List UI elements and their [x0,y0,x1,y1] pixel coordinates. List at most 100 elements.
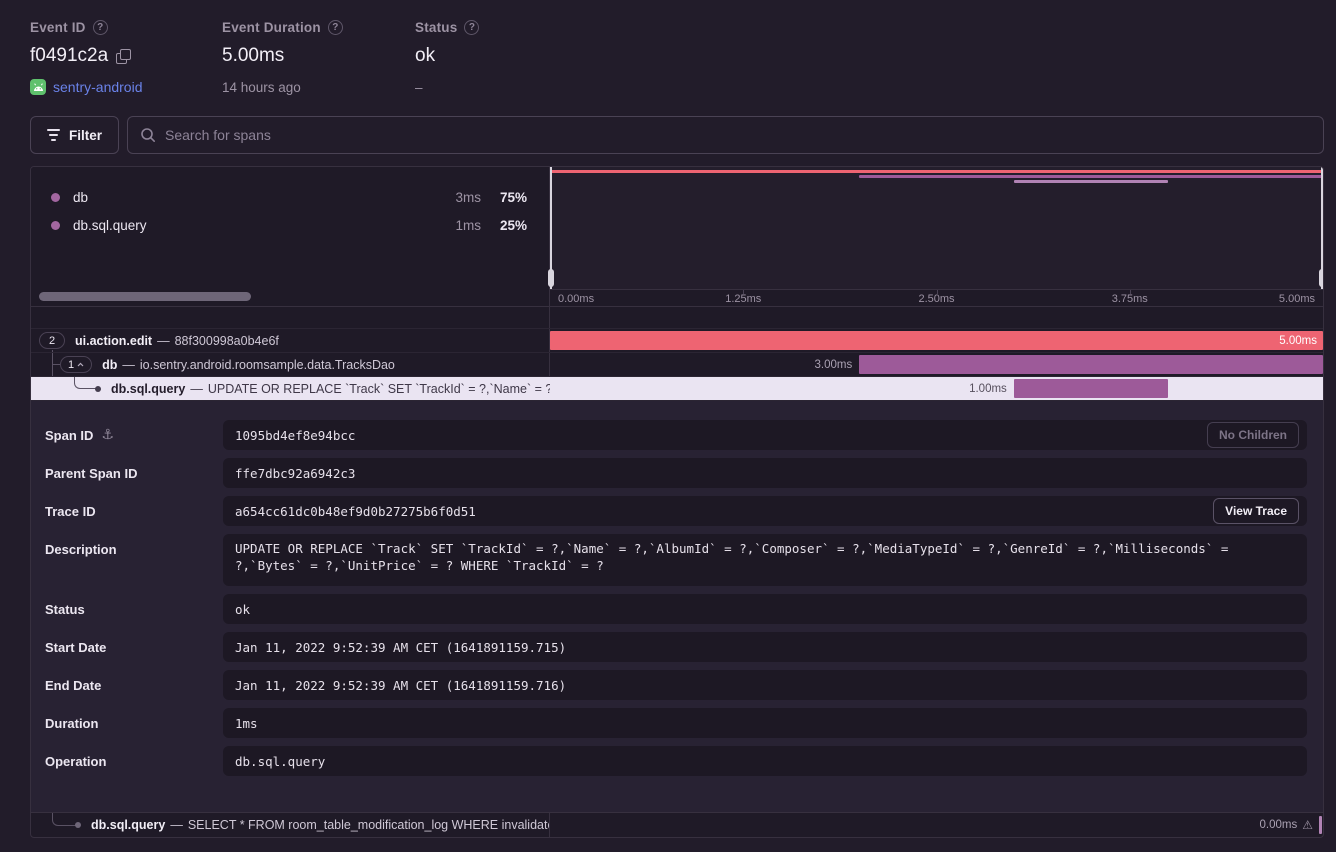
minimap-span-line [550,170,1323,173]
status-value: ok [415,45,435,67]
view-trace-button[interactable]: View Trace [1213,498,1299,524]
span-status-value: ok [235,602,250,617]
span-duration-label: 0.00ms [1260,819,1298,831]
detail-row-trace-id: Trace ID a654cc61dc0b48ef9d0b27275b6f0d5… [45,496,1307,526]
op-duration: 3ms [455,190,481,205]
event-id-label: Event ID [30,20,86,35]
operations-breakdown: db 3ms 75% db.sql.query 1ms 25% [31,167,550,306]
op-percentage: 25% [481,218,527,233]
start-date-value-box: Jan 11, 2022 9:52:39 AM CET (1641891159.… [223,632,1307,662]
minimap-span-line [1014,180,1169,183]
detail-row-end-date: End Date Jan 11, 2022 9:52:39 AM CET (16… [45,670,1307,700]
span-row-db-sql-query-select[interactable]: db.sql.query — SELECT * FROM room_table_… [31,812,1323,837]
span-description: io.sentry.android.roomsample.data.Tracks… [140,358,395,372]
op-name: db [73,190,88,205]
axis-tick: 0.00ms [558,293,594,305]
android-project-icon [30,79,46,95]
span-description: SELECT * FROM room_table_modification_lo… [188,818,550,832]
span-operation: ui.action.edit [75,334,152,348]
op-name: db.sql.query [73,218,147,233]
span-duration-label: 1.00ms [969,383,1014,395]
span-search-box[interactable] [127,116,1324,154]
start-date-value: Jan 11, 2022 9:52:39 AM CET (1641891159.… [235,640,566,655]
event-duration-label: Event Duration [222,20,321,35]
zero-duration-tick [1319,816,1322,834]
minimap-span-line [859,175,1323,178]
legend-row-db-sql-query[interactable]: db.sql.query 1ms 25% [31,211,549,239]
span-duration-bar[interactable] [859,355,1323,374]
span-row-ui-action-edit[interactable]: 2 ui.action.edit — 88f300998a0b4e6f 5.00… [31,329,1323,353]
help-icon[interactable]: ? [464,20,479,35]
filter-button-label: Filter [69,128,102,143]
event-header: Event ID ? f0491c2a sentry-android Event… [0,0,1336,96]
leaf-span-dot [95,386,101,392]
warning-icon: ⚠ [1302,818,1313,832]
span-row-db-sql-query-selected[interactable]: db.sql.query — UPDATE OR REPLACE `Track`… [31,377,1323,401]
copy-icon[interactable] [116,49,131,64]
help-icon[interactable]: ? [93,20,108,35]
description-value: UPDATE OR REPLACE `Track` SET `TrackId` … [235,540,1295,574]
span-operation: db.sql.query [91,818,165,832]
status-column: Status ? ok – [415,18,479,96]
detail-row-duration: Duration 1ms [45,708,1307,738]
legend-row-db[interactable]: db 3ms 75% [31,183,549,211]
axis-tick: 5.00ms [1279,293,1315,305]
detail-row-description: Description UPDATE OR REPLACE `Track` SE… [45,534,1307,586]
span-duration-bar[interactable] [1014,379,1169,398]
span-operation: db [102,358,117,372]
detail-row-span-id: Span ID ⚓ 1095bd4ef8e94bcc No Children [45,420,1307,450]
op-color-dot [51,193,60,202]
trace-id-value: a654cc61dc0b48ef9d0b27275b6f0d51 [235,504,476,519]
detail-row-start-date: Start Date Jan 11, 2022 9:52:39 AM CET (… [45,632,1307,662]
axis-tick: 3.75ms [1112,293,1148,305]
scroll-band [31,307,1323,329]
trace-id-value-box: a654cc61dc0b48ef9d0b27275b6f0d51 View Tr… [223,496,1307,526]
status-sub: – [415,80,423,95]
span-waterfall: 2 ui.action.edit — 88f300998a0b4e6f 5.00… [31,329,1323,401]
operation-value: db.sql.query [235,754,325,769]
span-operation: db.sql.query [111,382,185,396]
no-children-button[interactable]: No Children [1207,422,1299,448]
filter-icon [47,129,60,141]
minimap-left-handle[interactable] [550,167,552,289]
anchor-icon[interactable]: ⚓ [101,427,114,443]
children-count-pill[interactable]: 2 [39,332,65,349]
end-date-value-box: Jan 11, 2022 9:52:39 AM CET (1641891159.… [223,670,1307,700]
span-duration-label: 3.00ms [814,359,859,371]
span-id-value-box: 1095bd4ef8e94bcc No Children [223,420,1307,450]
span-detail-panel: Span ID ⚓ 1095bd4ef8e94bcc No Children P… [31,401,1323,812]
span-duration-bar[interactable] [550,331,1323,350]
chevron-up-icon [77,362,84,367]
operation-value-box: db.sql.query [223,746,1307,776]
op-duration: 1ms [455,218,481,233]
duration-value: 1ms [235,716,258,731]
detail-row-parent-span-id: Parent Span ID ffe7dbc92a6942c3 [45,458,1307,488]
event-id-column: Event ID ? f0491c2a sentry-android [30,18,222,96]
op-percentage: 75% [481,190,527,205]
filter-button[interactable]: Filter [30,116,119,154]
span-description: 88f300998a0b4e6f [175,334,279,348]
op-color-dot [51,221,60,230]
parent-span-id-value-box: ffe7dbc92a6942c3 [223,458,1307,488]
horizontal-scrollbar[interactable] [39,292,251,301]
axis-tick: 1.25ms [725,293,761,305]
span-description: UPDATE OR REPLACE `Track` SET `TrackId` … [208,382,550,396]
help-icon[interactable]: ? [328,20,343,35]
trace-minimap[interactable] [550,167,1323,289]
span-id-label: Span ID [45,428,93,443]
project-link[interactable]: sentry-android [53,79,143,95]
span-id-value: 1095bd4ef8e94bcc [235,428,355,443]
parent-span-id-value: ffe7dbc92a6942c3 [235,466,355,481]
duration-value-box: 1ms [223,708,1307,738]
minimap-right-handle[interactable] [1321,167,1323,289]
event-duration-column: Event Duration ? 5.00ms 14 hours ago [222,18,415,96]
event-time-ago: 14 hours ago [222,80,301,95]
search-input[interactable] [165,127,1311,143]
detail-row-status: Status ok [45,594,1307,624]
children-count-pill[interactable]: 1 [60,356,92,373]
span-row-db[interactable]: 1 db — io.sentry.android.roomsample.data… [31,353,1323,377]
span-tree-panel: db 3ms 75% db.sql.query 1ms 25% [30,166,1324,838]
search-icon [140,127,156,143]
leaf-span-dot [75,822,81,828]
detail-row-operation: Operation db.sql.query [45,746,1307,776]
